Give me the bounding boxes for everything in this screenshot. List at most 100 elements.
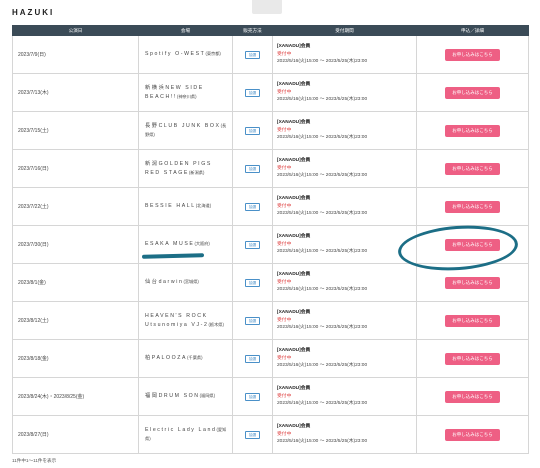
- venue-area: (栃木県): [208, 321, 224, 327]
- period-range: 2023/5/16(火)15:00 ～ 2023/5/25(木)23:00: [277, 439, 368, 445]
- venue-name: HEAVEN'S ROCK Utsunomiya VJ-2: [145, 313, 209, 328]
- venue-name: 柏PALOOZA: [145, 355, 188, 362]
- apply-cell: お申し込みはこちら: [416, 187, 529, 226]
- apply-cell: お申し込みはこちら: [416, 301, 529, 340]
- period-cell: [XANADU]会員 受付中 2023/5/16(火)15:00 ～ 2023/5/…: [272, 301, 417, 340]
- apply-button[interactable]: お申し込みはこちら: [445, 352, 500, 365]
- period-status: 受付中: [277, 393, 292, 399]
- venue-name: Spotify O-WEST: [145, 51, 206, 58]
- header-period: 受付期間: [272, 25, 417, 36]
- period-cell: [XANADU]会員 受付中 2023/5/16(火)15:00 ～ 2023/5/…: [272, 225, 417, 264]
- period-name: [XANADU]会員: [277, 158, 311, 164]
- period-name: [XANADU]会員: [277, 196, 311, 202]
- apply-button[interactable]: お申し込みはこちら: [445, 276, 500, 289]
- period-cell: [XANADU]会員 受付中 2023/5/16(火)15:00 ～ 2023/5/…: [272, 339, 417, 378]
- period-cell: [XANADU]会員 受付中 2023/5/16(火)15:00 ～ 2023/5/…: [272, 263, 417, 302]
- apply-button[interactable]: お申し込みはこちら: [445, 390, 500, 403]
- period-name: [XANADU]会員: [277, 386, 311, 392]
- venue-cell: Electric Lady Land(愛知県): [138, 415, 233, 454]
- venue-area: (大阪府): [194, 241, 210, 247]
- period-cell: [XANADU]会員 受付中 2023/5/16(火)15:00 ～ 2023/5/…: [272, 73, 417, 112]
- method-cell: 抽選: [232, 225, 273, 264]
- method-cell: 抽選: [232, 149, 273, 188]
- top-tab: [252, 0, 282, 14]
- apply-button[interactable]: お申し込みはこちら: [445, 48, 500, 61]
- performance-date: 2023/8/18(金): [12, 339, 139, 378]
- period-range: 2023/5/16(火)15:00 ～ 2023/5/25(木)23:00: [277, 401, 368, 407]
- venue-cell: 仙台darwin(宮城県): [138, 263, 233, 302]
- period-range: 2023/5/16(火)15:00 ～ 2023/5/25(木)23:00: [277, 59, 368, 65]
- venue-cell: 新潟GOLDEN PIGS RED STAGE(新潟県): [138, 149, 233, 188]
- header-venue: 会場: [138, 25, 233, 36]
- period-status: 受付中: [277, 89, 292, 95]
- period-status: 受付中: [277, 127, 292, 133]
- apply-button[interactable]: お申し込みはこちら: [445, 314, 500, 327]
- venue-cell: BESSIE HALL(北海道): [138, 187, 233, 226]
- table-row: 2023/7/13(木) 新横浜NEW SIDE BEACH!!(神奈川県) 抽選 […: [12, 73, 529, 112]
- table-row: 2023/8/27(日) Electric Lady Land(愛知県) 抽選 [XA…: [12, 415, 529, 454]
- apply-cell: お申し込みはこちら: [416, 339, 529, 378]
- sales-method-badge: 抽選: [244, 278, 261, 287]
- venue-name: 仙台darwin: [145, 279, 184, 286]
- period-cell: [XANADU]会員 受付中 2023/5/16(火)15:00 ～ 2023/5/…: [272, 187, 417, 226]
- method-cell: 抽選: [232, 301, 273, 340]
- period-status: 受付中: [277, 241, 292, 247]
- method-cell: 抽選: [232, 263, 273, 302]
- period-name: [XANADU]会員: [277, 424, 311, 430]
- performance-date: 2023/8/24(木)・2023/8/25(金): [12, 377, 139, 416]
- apply-cell: お申し込みはこちら: [416, 377, 529, 416]
- venue-cell: Spotify O-WEST(東京都): [138, 35, 233, 74]
- header-apply: 申込／詳細: [416, 25, 529, 36]
- apply-cell: お申し込みはこちら: [416, 73, 529, 112]
- period-status: 受付中: [277, 431, 292, 437]
- apply-button[interactable]: お申し込みはこちら: [445, 428, 500, 441]
- period-name: [XANADU]会員: [277, 82, 311, 88]
- venue-name: ESAKA MUSE: [145, 241, 195, 248]
- venue-name: 福岡DRUM SON: [145, 393, 200, 400]
- apply-button[interactable]: お申し込みはこちら: [445, 200, 500, 213]
- sales-method-badge: 抽選: [244, 354, 261, 363]
- schedule-table: 公演日 会場 販売方法 受付期間 申込／詳細 2023/7/9(日) Spotif…: [12, 25, 529, 454]
- table-row: 2023/8/1(金) 仙台darwin(宮城県) 抽選 [XANADU]会員 受付中 2…: [12, 263, 529, 302]
- performance-date: 2023/7/30(日): [12, 225, 139, 264]
- period-cell: [XANADU]会員 受付中 2023/5/16(火)15:00 ～ 2023/5/…: [272, 149, 417, 188]
- sales-method-badge: 抽選: [244, 50, 261, 59]
- venue-area: (北海道): [195, 203, 212, 209]
- apply-button[interactable]: お申し込みはこちら: [445, 162, 500, 175]
- apply-cell: お申し込みはこちら: [416, 415, 529, 454]
- period-range: 2023/5/16(火)15:00 ～ 2023/5/25(木)23:00: [277, 287, 368, 293]
- sales-method-badge: 抽選: [244, 392, 261, 401]
- table-row: 2023/7/9(日) Spotify O-WEST(東京都) 抽選 [XANADU]…: [12, 35, 529, 74]
- sales-method-badge: 抽選: [244, 316, 261, 325]
- apply-cell: お申し込みはこちら: [416, 225, 529, 264]
- sales-method-badge: 抽選: [244, 126, 261, 135]
- artist-name: HAZUKI: [12, 8, 55, 17]
- venue-cell: 長野CLUB JUNK BOX(長野県): [138, 111, 233, 150]
- method-cell: 抽選: [232, 339, 273, 378]
- table-row: 2023/7/16(日) 新潟GOLDEN PIGS RED STAGE(新潟県)…: [12, 149, 529, 188]
- header-date: 公演日: [12, 25, 139, 36]
- apply-cell: お申し込みはこちら: [416, 149, 529, 188]
- performance-date: 2023/7/15(土): [12, 111, 139, 150]
- sales-method-badge: 抽選: [244, 164, 261, 173]
- method-cell: 抽選: [232, 35, 273, 74]
- method-cell: 抽選: [232, 377, 273, 416]
- apply-button[interactable]: お申し込みはこちら: [445, 238, 500, 251]
- table-row: 2023/8/24(木)・2023/8/25(金) 福岡DRUM SON(福岡県)…: [12, 377, 529, 416]
- table-row: 2023/7/15(土) 長野CLUB JUNK BOX(長野県) 抽選 [XANAD…: [12, 111, 529, 150]
- venue-cell: 福岡DRUM SON(福岡県): [138, 377, 233, 416]
- period-name: [XANADU]会員: [277, 44, 311, 50]
- period-status: 受付中: [277, 203, 292, 209]
- apply-button[interactable]: お申し込みはこちら: [445, 86, 500, 99]
- period-cell: [XANADU]会員 受付中 2023/5/16(火)15:00 ～ 2023/5/…: [272, 415, 417, 454]
- apply-button[interactable]: お申し込みはこちら: [445, 124, 500, 137]
- venue-name: BESSIE HALL: [145, 203, 196, 210]
- venue-area: (宮城県): [183, 279, 199, 285]
- period-status: 受付中: [277, 165, 292, 171]
- period-cell: [XANADU]会員 受付中 2023/5/16(火)15:00 ～ 2023/5/…: [272, 111, 417, 150]
- period-status: 受付中: [277, 279, 292, 285]
- method-cell: 抽選: [232, 187, 273, 226]
- table-row: 2023/8/18(金) 柏PALOOZA(千葉県) 抽選 [XANADU]会員 受付中…: [12, 339, 529, 378]
- method-cell: 抽選: [232, 111, 273, 150]
- period-cell: [XANADU]会員 受付中 2023/5/16(火)15:00 ～ 2023/5/…: [272, 35, 417, 74]
